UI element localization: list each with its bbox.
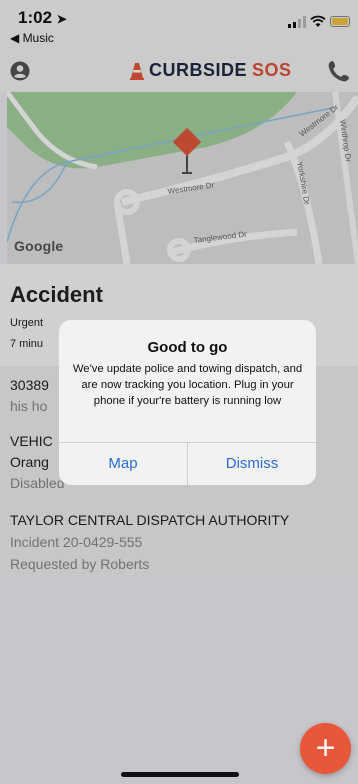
home-indicator[interactable] (121, 772, 239, 777)
alert-title: Good to go (147, 339, 228, 356)
alert-message: We've update police and towing dispatch,… (72, 363, 303, 407)
plus-icon: + (315, 729, 336, 767)
add-button[interactable]: + (300, 723, 351, 774)
dismiss-button[interactable]: Dismiss (188, 442, 316, 485)
alert-dialog: Good to go We've update police and towin… (59, 320, 316, 485)
map-button[interactable]: Map (59, 442, 187, 485)
